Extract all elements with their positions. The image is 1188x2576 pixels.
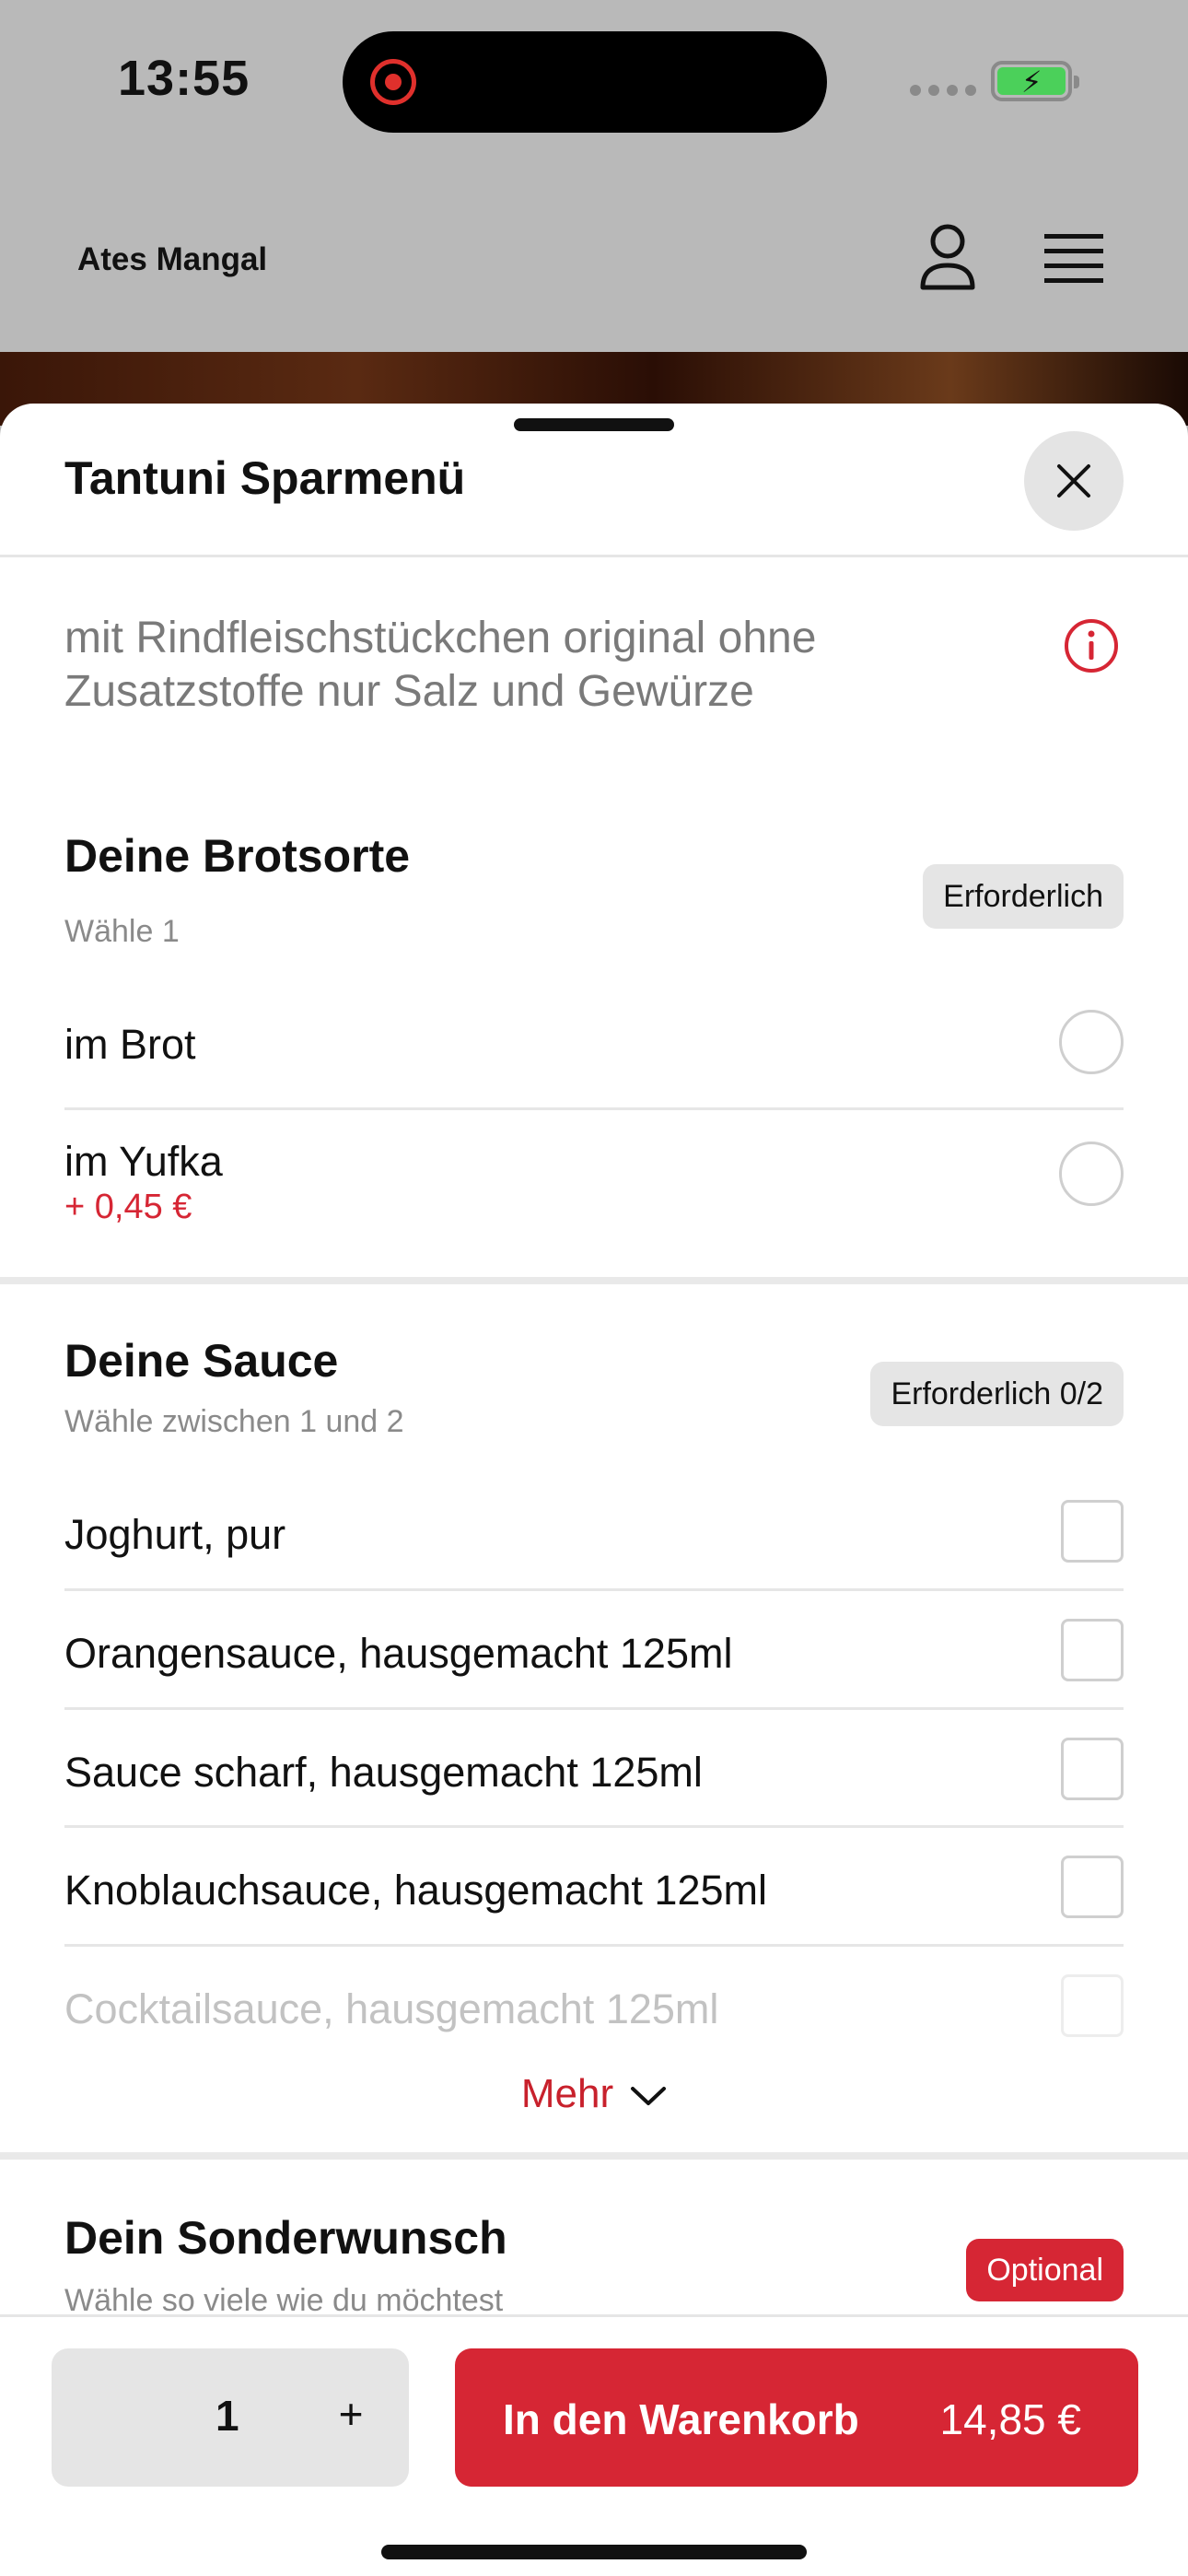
checkbox[interactable] [1061,1619,1124,1681]
option-label: Knoblauchsauce, hausgemacht 125ml [64,1867,768,1914]
quantity-value: 1 [215,2392,239,2440]
divider [0,555,1188,557]
required-badge: Erforderlich [923,864,1124,929]
chevron-down-icon [631,2087,667,2106]
optional-badge: Optional [966,2239,1124,2301]
option-label: im Brot [64,1021,196,1068]
section-divider [0,2152,1188,2160]
close-button[interactable] [1024,431,1124,531]
user-icon[interactable] [919,223,976,291]
option-label: Orangensauce, hausgemacht 125ml [64,1630,733,1677]
product-description: mit Rindfleischstückchen original ohne Z… [64,614,817,716]
option-price: + 0,45 € [64,1188,192,1226]
sheet-grabber[interactable] [514,418,674,431]
section-title-sauce: Deine Sauce [64,1335,339,1387]
product-sheet: Tantuni Sparmenü mit Rindfleischstückche… [0,404,1188,2576]
quantity-stepper[interactable]: 1 + [52,2348,409,2487]
restaurant-name[interactable]: Ates Mangal [77,241,267,278]
option-label: Sauce scharf, hausgemacht 125ml [64,1749,703,1796]
section-title-brotsorte: Deine Brotsorte [64,830,411,882]
status-bar: 13:55 ⚡ [0,0,1188,157]
info-icon[interactable] [1063,617,1120,674]
option-row-sauce-scharf[interactable]: Sauce scharf, hausgemacht 125ml [64,1710,1124,1828]
option-row-orangensauce[interactable]: Orangensauce, hausgemacht 125ml [64,1591,1124,1710]
add-to-cart-label: In den Warenkorb [503,2395,859,2443]
app-header: Ates Mangal [0,184,1188,350]
option-row-joghurt[interactable]: Joghurt, pur [64,1472,1124,1591]
checkbox[interactable] [1061,1974,1124,2037]
increment-button[interactable]: + [328,2389,374,2439]
radio-button[interactable] [1059,1142,1124,1206]
checkbox[interactable] [1061,1856,1124,1918]
option-label: Cocktailsauce, hausgemacht 125ml [64,1985,719,2032]
checkbox[interactable] [1061,1500,1124,1563]
option-label: Joghurt, pur [64,1511,286,1558]
section-subtitle-sauce: Wähle zwischen 1 und 2 [64,1404,404,1439]
checkbox[interactable] [1061,1738,1124,1800]
section-divider [0,1277,1188,1284]
battery-icon: ⚡ [991,61,1079,101]
option-row-knoblauchsauce[interactable]: Knoblauchsauce, hausgemacht 125ml [64,1828,1124,1947]
status-time: 13:55 [118,51,250,106]
product-title: Tantuni Sparmenü [64,452,466,504]
option-label: im Yufka [64,1138,223,1185]
more-label: Mehr [520,2071,614,2116]
total-price: 14,85 € [939,2395,1081,2443]
section-subtitle-brotsorte: Wähle 1 [64,914,180,949]
section-title-sonderwunsch: Dein Sonderwunsch [64,2212,507,2264]
option-row-im-yufka[interactable]: im Yufka + 0,45 € [64,1110,1124,1233]
home-indicator[interactable] [381,2545,807,2559]
option-row-cocktailsauce[interactable]: Cocktailsauce, hausgemacht 125ml [64,1947,1124,2048]
add-to-cart-button[interactable]: In den Warenkorb 14,85 € [455,2348,1138,2487]
radio-button[interactable] [1059,1010,1124,1074]
cart-footer: 1 + In den Warenkorb 14,85 € [0,2314,1188,2576]
close-icon [1057,464,1090,498]
required-count-badge: Erforderlich 0/2 [870,1362,1124,1426]
more-button[interactable]: Mehr [0,2071,1188,2117]
recording-indicator-icon [370,59,416,105]
hamburger-menu-icon[interactable] [1044,232,1103,284]
option-row-im-brot[interactable]: im Brot [64,977,1124,1110]
signal-icon [910,85,976,96]
dynamic-island [343,31,827,133]
